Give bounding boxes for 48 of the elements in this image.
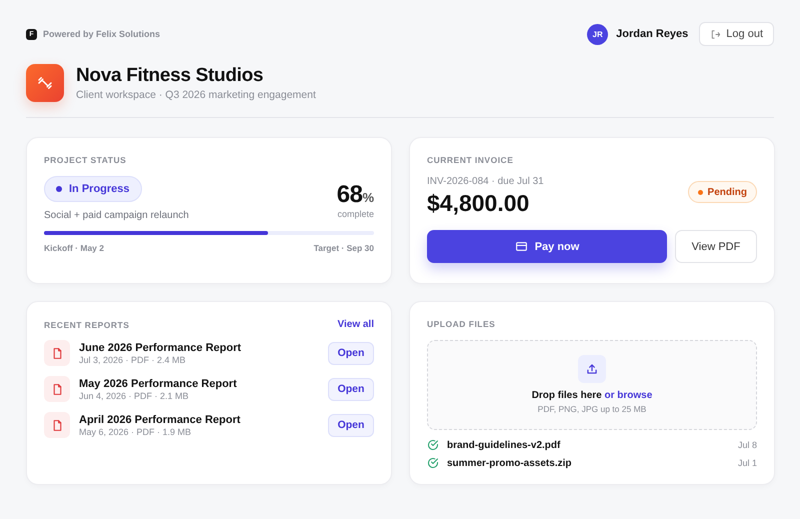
invoice-reference: INV-2026-084 · due Jul 31 [427, 176, 544, 187]
powered-by-text: Powered by Felix Solutions [43, 29, 160, 39]
section-heading: PROJECT STATUS [44, 155, 128, 165]
logout-button[interactable]: Log out [699, 22, 774, 46]
credit-card-icon [514, 240, 528, 253]
view-all-link[interactable]: View all [337, 319, 374, 330]
section-heading: RECENT REPORTS [44, 320, 130, 330]
dumbbell-icon [36, 74, 54, 92]
drop-zone[interactable]: Drop files here or browse PDF, PNG, JPG up to 25 MB [427, 340, 757, 430]
status-badge: Pending [688, 181, 757, 203]
document-icon [44, 412, 70, 438]
report-title: May 2026 Performance Report [79, 378, 238, 390]
pay-button[interactable]: Pay now [427, 230, 667, 263]
section-heading: UPLOAD FILES [427, 319, 496, 329]
user-avatar: JR [587, 24, 608, 44]
file-name: brand-guidelines-v2.pdf [447, 440, 562, 450]
open-button[interactable]: Open [328, 378, 374, 400]
drop-instruction: Drop files here or browse [532, 390, 652, 401]
start-date: Kickoff · May 2 [44, 243, 104, 253]
report-title: June 2026 Performance Report [79, 342, 242, 354]
logout-icon [710, 28, 722, 40]
section-heading: CURRENT INVOICE [427, 155, 514, 165]
file-date: Jul 8 [738, 440, 757, 450]
percent-caption: complete [336, 209, 374, 219]
browse-link[interactable]: or browse [604, 390, 652, 401]
document-icon [44, 340, 70, 366]
client-name: Nova Fitness Studios [76, 65, 264, 87]
upload-icon [578, 355, 606, 383]
report-meta: Jun 4, 2026 · PDF · 2.1 MB [79, 390, 190, 400]
check-circle-icon [427, 439, 439, 451]
client-subtitle: Client workspace · Q3 2026 marketing engagement [76, 89, 316, 101]
percent-complete: 68% [336, 181, 374, 209]
file-name: summer-promo-assets.zip [447, 458, 572, 468]
open-button[interactable]: Open [328, 414, 374, 436]
invoice-amount: $4,800.00 [427, 190, 530, 217]
file-type-hint: PDF, PNG, JPG up to 25 MB [538, 404, 646, 414]
target-date: Target · Sep 30 [314, 243, 374, 253]
user-name: Jordan Reyes [616, 28, 688, 40]
project-description: Social + paid campaign relaunch [44, 210, 189, 221]
view-pdf-button[interactable]: View PDF [675, 230, 757, 263]
report-title: April 2026 Performance Report [79, 414, 242, 426]
report-meta: May 6, 2026 · PDF · 1.9 MB [79, 426, 192, 436]
check-circle-icon [427, 457, 439, 469]
file-date: Jul 1 [738, 458, 757, 468]
open-button[interactable]: Open [328, 342, 374, 364]
status-badge: In Progress [44, 176, 142, 202]
document-icon [44, 376, 70, 402]
report-meta: Jul 3, 2026 · PDF · 2.4 MB [79, 354, 187, 364]
